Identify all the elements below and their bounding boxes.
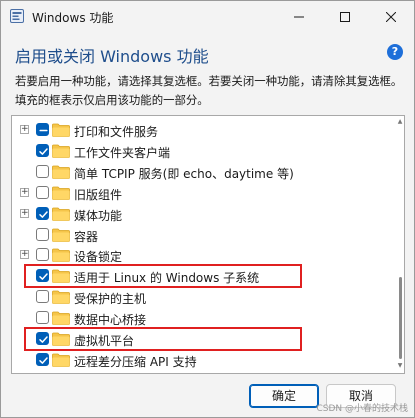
feature-checkbox[interactable] [36, 123, 49, 136]
minimize-button[interactable] [276, 1, 322, 32]
close-icon [386, 11, 396, 22]
folder-icon [52, 248, 70, 263]
folder-icon [52, 165, 70, 179]
feature-row[interactable]: + 打印和文件服务 [12, 120, 390, 140]
expand-icon[interactable]: + [20, 208, 29, 218]
window-title: Windows 功能 [32, 11, 114, 25]
ok-button[interactable]: 确定 [249, 384, 319, 408]
feature-label: 旧版组件 [74, 187, 123, 202]
folder-icon [52, 228, 70, 242]
feature-checkbox[interactable] [36, 352, 49, 366]
feature-row[interactable]: 简单 TCPIP 服务(即 echo、daytime 等) [12, 162, 390, 182]
feature-row[interactable]: 远程差分压缩 API 支持 [12, 350, 390, 370]
close-button[interactable] [368, 1, 414, 32]
expand-icon[interactable]: + [20, 187, 29, 197]
feature-label: 容器 [74, 229, 99, 244]
feature-checkbox[interactable] [36, 248, 49, 262]
instructions-text: 若要启用一种功能，请选择其复选框。若要关闭一种功能，请清除其复选框。填充的框表示… [15, 74, 403, 107]
feature-checkbox[interactable] [36, 143, 49, 157]
feature-row[interactable]: + 旧版组件 [12, 183, 390, 203]
feature-label: 受保护的主机 [74, 292, 147, 307]
feature-row[interactable]: 受保护的主机 [12, 287, 390, 307]
feature-label: 数据中心桥接 [74, 313, 147, 328]
folder-icon [52, 123, 70, 137]
feature-checkbox[interactable] [36, 290, 49, 304]
help-icon[interactable]: ? [387, 44, 403, 60]
feature-label: 工作文件夹客户端 [74, 145, 171, 160]
highlight-box [24, 327, 302, 351]
folder-icon [52, 186, 70, 200]
folder-icon [52, 290, 70, 305]
feature-checkbox[interactable] [36, 227, 49, 241]
windows-features-app-icon [10, 9, 24, 23]
feature-checkbox[interactable] [36, 185, 49, 199]
windows-features-dialog: Windows 功能 启用或关闭 Windows 功能 ? 若要启用一种功能，请… [0, 0, 415, 418]
feature-label: 简单 TCPIP 服务(即 echo、daytime 等) [74, 166, 294, 181]
feature-row[interactable]: + 设备锁定 [12, 245, 390, 265]
scrollbar-thumb[interactable] [399, 277, 402, 359]
feature-label: 打印和文件服务 [74, 125, 159, 139]
vertical-scrollbar[interactable]: ▲ ▼ [396, 117, 404, 372]
watermark: CSDN @小春的技术栈 [316, 404, 408, 414]
feature-row[interactable]: 数据中心桥接 [12, 308, 390, 328]
feature-label: 媒体功能 [74, 208, 123, 223]
feature-checkbox[interactable] [36, 206, 49, 220]
feature-row[interactable]: + 媒体功能 [12, 204, 390, 224]
feature-checkbox[interactable] [36, 311, 49, 325]
expand-icon[interactable]: + [20, 250, 29, 260]
folder-icon [52, 207, 70, 221]
minimize-icon [294, 16, 304, 17]
scroll-up-icon[interactable]: ▲ [397, 119, 403, 125]
folder-icon [52, 144, 70, 158]
feature-checkbox[interactable] [36, 164, 49, 178]
folder-icon [52, 353, 70, 367]
title-bar[interactable]: Windows 功能 [1, 1, 414, 32]
feature-label: 远程差分压缩 API 支持 [74, 354, 197, 369]
features-tree[interactable]: ▲ ▼ + 打印和文件服务 工作文件夹客户端简单 TCPIP 服务(即 echo、d… [11, 115, 405, 374]
feature-label: 设备锁定 [74, 250, 123, 265]
dialog-heading: 启用或关闭 Windows 功能 [15, 47, 209, 66]
maximize-button[interactable] [322, 1, 368, 32]
folder-icon [52, 311, 70, 325]
maximize-icon [340, 11, 350, 22]
feature-row[interactable]: 工作文件夹客户端 [12, 141, 390, 161]
scroll-down-icon[interactable]: ▼ [397, 363, 403, 369]
expand-icon[interactable]: + [20, 125, 29, 134]
feature-row[interactable]: 容器 [12, 225, 390, 245]
highlight-box [24, 264, 302, 289]
